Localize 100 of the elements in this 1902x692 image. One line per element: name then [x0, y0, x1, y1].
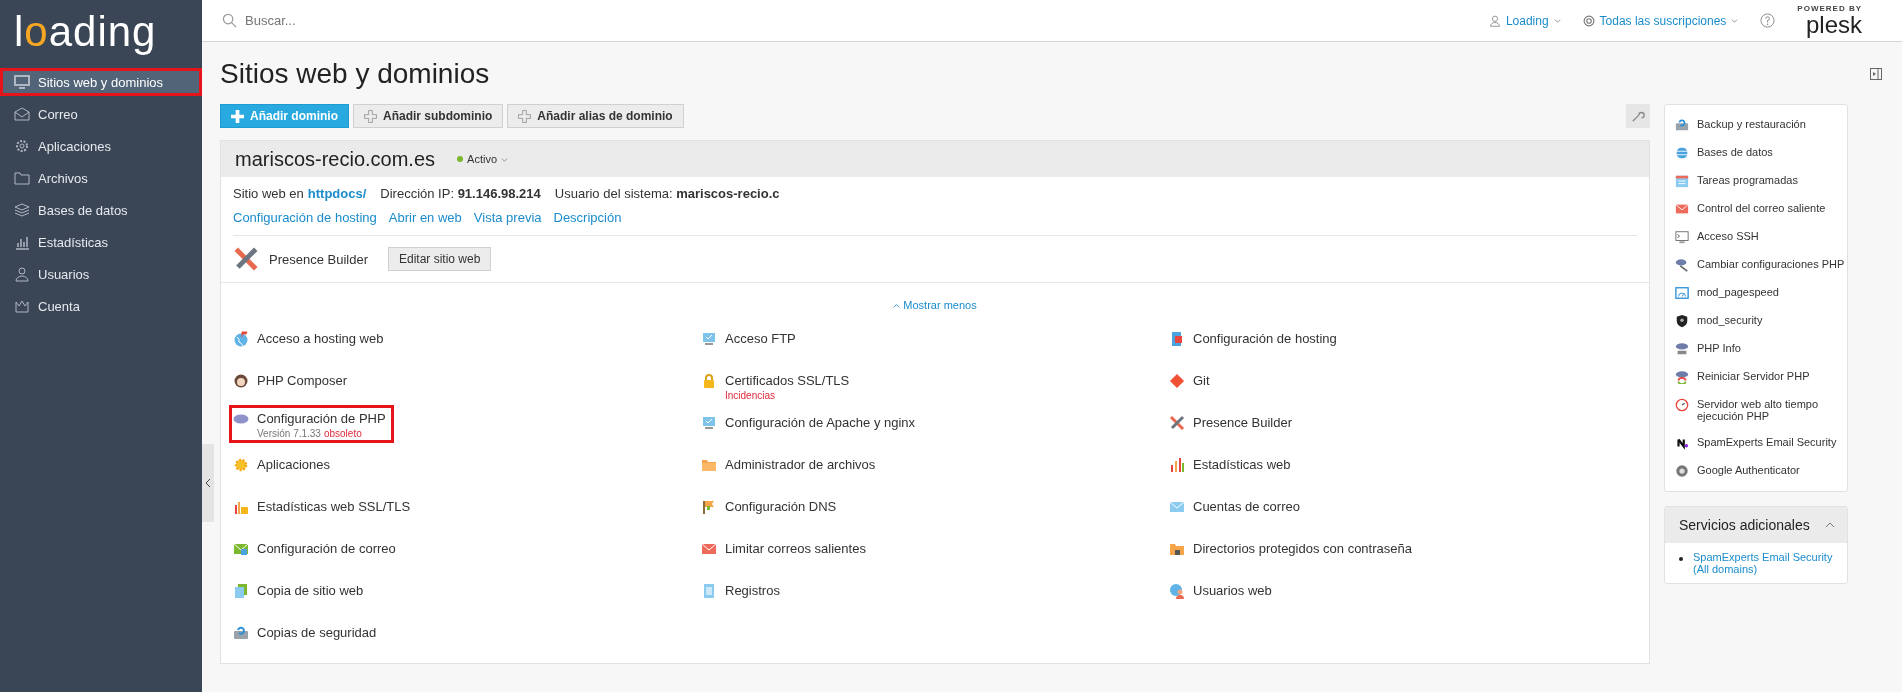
nav-item[interactable]: Archivos: [0, 164, 202, 192]
account-menu[interactable]: Loading: [1488, 13, 1561, 28]
nav-item[interactable]: Sitios web y dominios: [0, 68, 202, 96]
tool-link[interactable]: Cuentas de correo: [1193, 499, 1300, 514]
nav-item[interactable]: Correo: [0, 100, 202, 128]
bar-chart-icon: [14, 234, 30, 250]
nav-item[interactable]: Bases de datos: [0, 196, 202, 224]
tool-link[interactable]: Presence Builder: [1193, 415, 1292, 430]
edit-site-button[interactable]: Editar sitio web: [388, 247, 492, 271]
document-icon: [701, 583, 717, 599]
search-icon: [222, 13, 237, 28]
tool-link[interactable]: Estadísticas web: [1193, 457, 1291, 472]
service-link[interactable]: SpamExperts Email Security (All domains): [1693, 551, 1835, 575]
tool-link[interactable]: Administrador de archivos: [725, 457, 876, 472]
add-button[interactable]: Añadir subdominio: [353, 104, 504, 128]
nav-item[interactable]: Aplicaciones: [0, 132, 202, 160]
tool-link[interactable]: Limitar correos salientes: [725, 541, 866, 556]
panel-toggle-icon[interactable]: [1870, 68, 1882, 80]
lifebuoy-icon: [1582, 14, 1595, 27]
caret-icon: [1553, 17, 1561, 24]
nav-item[interactable]: Cuenta: [0, 292, 202, 320]
domain-link[interactable]: Descripción: [553, 210, 622, 225]
info-text: Usuario del sistema: mariscos-recio.c: [554, 186, 780, 201]
stopwatch-icon: [1675, 398, 1689, 412]
plus-icon: [364, 109, 377, 123]
side-tool-link[interactable]: Google Authenticator: [1697, 464, 1800, 476]
brand-logo: plesk: [1805, 12, 1862, 37]
layers-icon: [14, 202, 30, 218]
help-icon[interactable]: [1760, 13, 1776, 28]
user-icon: [1488, 14, 1501, 27]
side-tool-link[interactable]: Reiniciar Servidor PHP: [1697, 370, 1810, 382]
side-tool-link[interactable]: Servidor web alto tiempo ejecución PHP: [1697, 398, 1847, 422]
gauge-window-icon: [1675, 286, 1689, 300]
side-tool-link[interactable]: mod_pagespeed: [1697, 286, 1779, 298]
side-tool-link[interactable]: Control del correo saliente: [1697, 202, 1826, 214]
tool-link[interactable]: Acceso a hosting web: [257, 331, 384, 346]
folder-link[interactable]: httpdocs/: [307, 186, 367, 201]
side-tool-link[interactable]: PHP Info: [1697, 342, 1741, 354]
crossed-tools-icon: [1169, 415, 1185, 431]
sun-icon: [233, 457, 249, 473]
tool-link[interactable]: Git: [1193, 373, 1210, 388]
tool-link[interactable]: PHP Composer: [257, 373, 348, 388]
nav-item[interactable]: Estadísticas: [0, 228, 202, 256]
side-tool-link[interactable]: Acceso SSH: [1697, 230, 1759, 242]
documents-icon: [233, 583, 249, 599]
tool-link[interactable]: Estadísticas web SSL/TLS: [257, 499, 411, 514]
domain-link[interactable]: Abrir en web: [388, 210, 462, 225]
tool-link[interactable]: Certificados SSL/TLS: [725, 373, 850, 388]
subscriptions-menu[interactable]: Todas las suscripciones: [1582, 13, 1739, 28]
info-label: Sitio web en: [233, 186, 304, 201]
face-icon: [233, 373, 249, 389]
tool-link[interactable]: Registros: [725, 583, 780, 598]
terminal-icon: [1675, 230, 1689, 244]
calendar-icon: [1675, 174, 1689, 188]
tool-link[interactable]: Directorios protegidos con contraseña: [1193, 541, 1412, 556]
tool-link[interactable]: Configuración DNS: [725, 499, 837, 514]
brand-logo[interactable]: loading: [0, 0, 157, 68]
side-tool-link[interactable]: Tareas programadas: [1697, 174, 1798, 186]
oval-arrows-icon: [1675, 370, 1689, 384]
caret-icon[interactable]: [1825, 520, 1835, 530]
tool-link[interactable]: Usuarios web: [1193, 583, 1272, 598]
bullet-icon: [1679, 557, 1683, 561]
bar-chart-icon: [233, 499, 249, 515]
domain-link[interactable]: Vista previa: [473, 210, 542, 225]
tool-link[interactable]: Configuración de correo: [257, 541, 396, 556]
database-icon: [1675, 146, 1689, 160]
side-tool-link[interactable]: mod_security: [1697, 314, 1763, 326]
letter-mark-icon: [1675, 436, 1689, 450]
add-button[interactable]: Añadir alias de dominio: [507, 104, 684, 128]
oval-icon: [1675, 342, 1689, 356]
collapse-handle[interactable]: [202, 444, 214, 522]
tool-link[interactable]: Aplicaciones: [257, 457, 330, 472]
caret-icon: [501, 155, 508, 163]
side-tool-link[interactable]: Cambiar configuraciones PHP: [1697, 258, 1845, 270]
side-tool-link[interactable]: Backup y restauración: [1697, 118, 1806, 130]
panel-title: Servicios adicionales: [1679, 517, 1810, 533]
tool-link[interactable]: Acceso FTP: [725, 331, 796, 346]
folder-icon: [701, 457, 717, 473]
tool-note: Versión 7.1.33: [257, 428, 321, 439]
tool-link[interactable]: Copia de sitio web: [257, 583, 364, 598]
side-tool-link[interactable]: SpamExperts Email Security: [1697, 436, 1837, 448]
tool-link[interactable]: Copias de seguridad: [257, 625, 377, 640]
brand-caption: POWERED BY: [1797, 4, 1862, 13]
wrench-button[interactable]: [1626, 104, 1650, 128]
tool-link[interactable]: Configuración de PHP: [257, 411, 386, 426]
nav-item[interactable]: Usuarios: [0, 260, 202, 288]
show-less-link[interactable]: Mostrar menos: [893, 299, 977, 311]
builder-label: Presence Builder: [269, 251, 368, 267]
info-text: Dirección IP: 91.146.98.214: [380, 186, 541, 201]
domain-link[interactable]: Configuración de hosting: [233, 210, 377, 225]
side-tool-link[interactable]: Bases de datos: [1697, 146, 1773, 158]
globe-icon: [233, 331, 249, 347]
shield-icon: [1675, 314, 1689, 328]
search-field[interactable]: Buscar...: [243, 12, 547, 29]
server-icon: [701, 331, 717, 347]
status-dropdown[interactable]: Activo: [457, 153, 508, 165]
tool-note: obsoleto: [323, 428, 362, 439]
tool-link[interactable]: Configuración de Apache y nginx: [725, 415, 916, 430]
wrench-icon: [1631, 109, 1645, 123]
tool-link[interactable]: Configuración de hosting: [1193, 331, 1337, 346]
